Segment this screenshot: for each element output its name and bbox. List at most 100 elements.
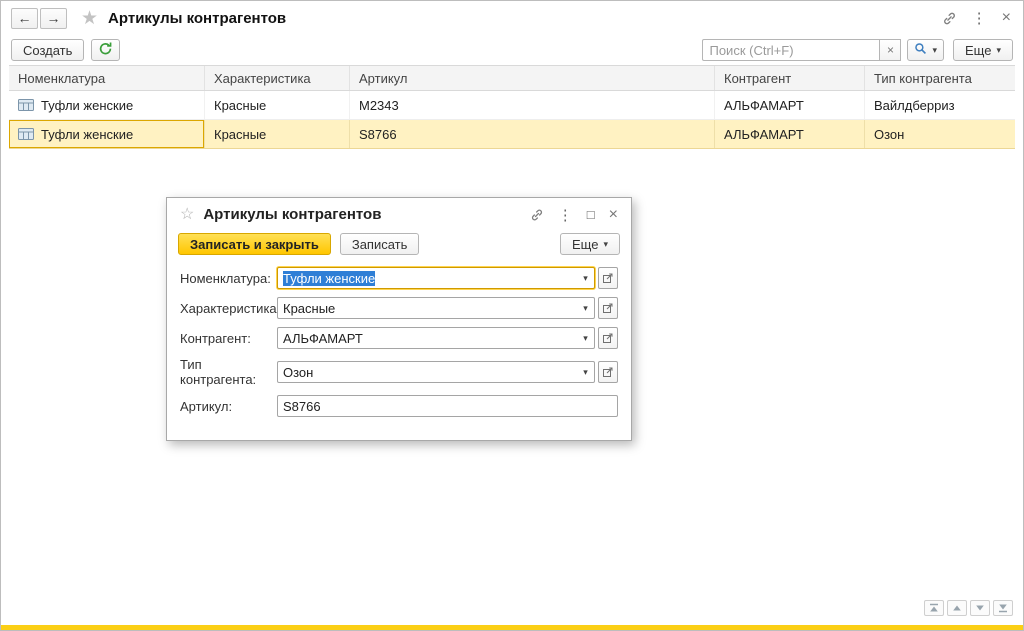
open-form-icon [603, 365, 613, 380]
counterparty-type-open-button[interactable] [598, 361, 618, 383]
page-up-button[interactable] [947, 600, 967, 616]
counterparty-combo[interactable]: ▾ [277, 327, 595, 349]
counterparty-open-button[interactable] [598, 327, 618, 349]
cell-counterparty-type[interactable]: Вайлдберриз [865, 91, 1015, 119]
form-row-article: Артикул: [180, 395, 618, 417]
magnifier-icon [914, 42, 927, 58]
arrow-down-icon [975, 601, 985, 616]
more-button-label: Еще [965, 42, 992, 58]
app-window: ← → ★ Артикулы контрагентов ⋮ × Создать [0, 0, 1024, 631]
close-window-icon[interactable]: × [1002, 9, 1011, 27]
go-top-icon [929, 601, 939, 616]
search-area: × ▾ Еще ▾ [702, 39, 1013, 61]
open-form-icon [603, 331, 613, 346]
cell-nomenclature[interactable]: Туфли женские [9, 91, 205, 119]
chevron-down-icon: ▾ [932, 44, 938, 55]
go-first-button[interactable] [924, 600, 944, 616]
history-nav: ← → [11, 7, 67, 29]
cell-counterparty[interactable]: АЛЬФАМАРТ [715, 91, 865, 119]
chevron-down-icon: ▾ [583, 366, 588, 377]
dialog-header: ☆ Артикулы контрагентов ⋮ □ × [167, 198, 631, 231]
refresh-icon [98, 41, 113, 59]
table-row[interactable]: Туфли женские Красные M2343 АЛЬФАМАРТ Ва… [9, 91, 1015, 120]
create-button[interactable]: Создать [11, 39, 85, 61]
selected-text: Туфли женские [283, 270, 376, 286]
characteristic-open-button[interactable] [598, 297, 618, 319]
create-button-label: Создать [23, 42, 73, 58]
dialog-menu-icon[interactable]: ⋮ [558, 206, 573, 224]
page-down-button[interactable] [970, 600, 990, 616]
window-menu-icon[interactable]: ⋮ [972, 9, 987, 27]
counterparty-dropdown-button[interactable]: ▾ [577, 328, 594, 348]
form-row-counterparty-type: Тип контрагента: ▾ [180, 357, 618, 387]
open-form-icon [603, 301, 613, 316]
cell-counterparty[interactable]: АЛЬФАМАРТ [715, 120, 865, 148]
titlebar-actions: ⋮ × [942, 9, 1011, 27]
form-row-counterparty: Контрагент: ▾ [180, 327, 618, 349]
column-header-counterparty-type[interactable]: Тип контрагента [865, 66, 1015, 90]
counterparty-type-dropdown-button[interactable]: ▾ [577, 362, 594, 382]
article-input[interactable] [277, 395, 618, 417]
characteristic-dropdown-button[interactable]: ▾ [577, 298, 594, 318]
counterparty-type-input[interactable] [278, 362, 577, 382]
link-icon[interactable] [530, 208, 544, 222]
search-input[interactable] [702, 39, 881, 61]
counterparty-label: Контрагент: [180, 330, 251, 346]
table-row-selected[interactable]: Туфли женские Красные S8766 АЛЬФАМАРТ Оз… [9, 120, 1015, 149]
dialog-more-button[interactable]: Еще ▾ [560, 233, 620, 255]
dialog-window-actions: ⋮ □ × [530, 206, 618, 224]
more-button[interactable]: Еще ▾ [953, 39, 1013, 61]
dialog-more-label: Еще [572, 236, 599, 252]
cell-article[interactable]: M2343 [350, 91, 715, 119]
nomenclature-label: Номенклатура: [180, 270, 271, 286]
save-and-close-label: Записать и закрыть [190, 236, 319, 252]
nomenclature-input[interactable]: Туфли женские [278, 268, 577, 288]
save-and-close-button[interactable]: Записать и закрыть [178, 233, 331, 255]
counterparty-type-combo[interactable]: ▾ [277, 361, 595, 383]
favorite-star-outline-icon[interactable]: ☆ [180, 206, 194, 223]
clear-search-button[interactable]: × [880, 39, 902, 61]
list-scroll-nav [924, 600, 1013, 616]
save-button[interactable]: Записать [339, 233, 420, 255]
characteristic-label: Характеристика: [180, 300, 281, 316]
column-header-nomenclature[interactable]: Номенклатура [9, 66, 205, 90]
close-dialog-icon[interactable]: × [609, 206, 618, 224]
form-row-characteristic: Характеристика: ▾ [180, 297, 618, 319]
nomenclature-open-button[interactable] [598, 267, 618, 289]
back-button[interactable]: ← [11, 7, 38, 29]
nomenclature-dropdown-button[interactable]: ▾ [577, 268, 594, 288]
link-icon[interactable] [942, 11, 957, 26]
column-header-article[interactable]: Артикул [350, 66, 715, 90]
dialog-title: Артикулы контрагентов [203, 206, 382, 223]
cell-nomenclature[interactable]: Туфли женские [9, 120, 205, 148]
bottom-accent-bar [1, 625, 1023, 630]
chevron-down-icon: ▾ [583, 332, 588, 343]
search-options-button[interactable]: ▾ [907, 39, 945, 61]
characteristic-input[interactable] [278, 298, 577, 318]
maximize-icon[interactable]: □ [587, 207, 595, 222]
chevron-down-icon: ▾ [583, 302, 588, 313]
column-header-counterparty[interactable]: Контрагент [715, 66, 865, 90]
characteristic-combo[interactable]: ▾ [277, 297, 595, 319]
refresh-button[interactable] [91, 39, 121, 61]
save-label: Записать [351, 236, 408, 252]
cell-characteristic[interactable]: Красные [205, 120, 350, 148]
back-arrow-icon: ← [17, 10, 32, 26]
counterparty-field-group: ▾ [277, 327, 618, 349]
favorite-star-icon[interactable]: ★ [81, 9, 98, 28]
go-last-button[interactable] [993, 600, 1013, 616]
article-label: Артикул: [180, 398, 233, 414]
nomenclature-combo[interactable]: Туфли женские ▾ [277, 267, 595, 289]
list-table: Номенклатура Характеристика Артикул Конт… [9, 65, 1015, 149]
nomenclature-field-group: Туфли женские ▾ [277, 267, 618, 289]
edit-dialog: ☆ Артикулы контрагентов ⋮ □ × Записать и… [166, 197, 632, 441]
cell-counterparty-type[interactable]: Озон [865, 120, 1015, 148]
forward-button[interactable]: → [40, 7, 67, 29]
column-header-characteristic[interactable]: Характеристика [205, 66, 350, 90]
form-row-nomenclature: Номенклатура: Туфли женские ▾ [180, 267, 618, 289]
cell-article[interactable]: S8766 [350, 120, 715, 148]
cell-text: Туфли женские [41, 97, 134, 113]
cell-characteristic[interactable]: Красные [205, 91, 350, 119]
counterparty-input[interactable] [278, 328, 577, 348]
open-form-icon [603, 271, 613, 286]
